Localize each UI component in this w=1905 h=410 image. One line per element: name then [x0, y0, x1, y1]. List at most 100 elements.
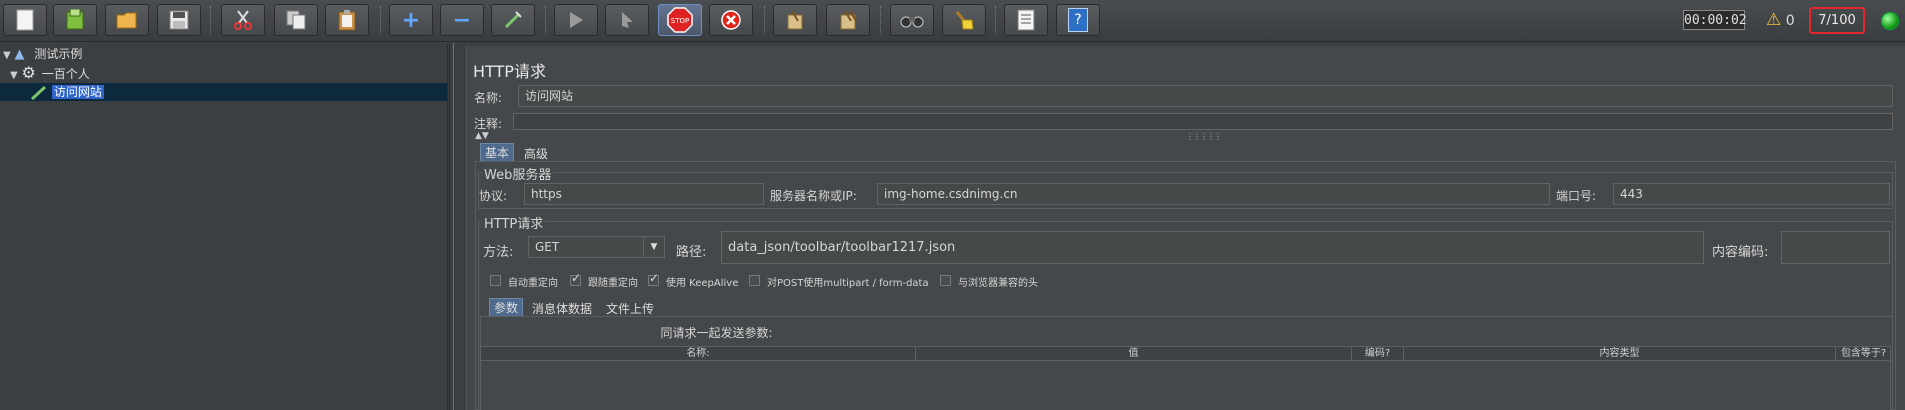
protocol-input[interactable]: https — [524, 183, 764, 205]
protocol-label: 协议: — [479, 189, 508, 203]
copy-button[interactable] — [274, 4, 318, 36]
params-table-header: 名称: 值 编码? 内容类型 包含等于? — [480, 346, 1891, 361]
split-pane-divider[interactable] — [449, 43, 458, 410]
clear-all-button[interactable] — [826, 4, 870, 36]
test-plan-icon: ▲ — [14, 47, 25, 62]
active-threads-counter: 7/100 — [1809, 7, 1865, 34]
sampler-pen-icon — [30, 85, 47, 100]
reset-search-button[interactable] — [942, 4, 986, 36]
name-label: 名称: — [474, 91, 503, 105]
function-helper-button[interactable] — [1004, 4, 1048, 36]
expand-triangle-icon[interactable]: ▼ — [10, 70, 18, 81]
toolbar-separator — [764, 6, 767, 34]
plus-icon: + — [401, 7, 421, 33]
encoding-input[interactable] — [1781, 231, 1890, 264]
collapse-arrows-icon[interactable]: ▲▼ — [475, 131, 489, 141]
templates-button[interactable] — [53, 4, 97, 36]
play-icon — [570, 12, 583, 28]
toolbar-separator — [210, 6, 213, 34]
server-label: 服务器名称或IP: — [770, 189, 857, 203]
warning-count: 0 — [1785, 13, 1795, 29]
shutdown-icon — [721, 10, 741, 30]
params-caption-text: 同请求一起发送参数: — [660, 326, 773, 340]
keepalive-label: 使用 KeepAlive — [666, 278, 739, 289]
port-input[interactable]: 443 — [1613, 183, 1890, 205]
paste-icon — [338, 10, 356, 31]
auto-redirect-checkbox[interactable] — [490, 275, 501, 286]
auto-redirect-label: 自动重定向 — [508, 278, 558, 289]
http-request-legend: HTTP请求 — [482, 213, 546, 232]
method-value: GET — [535, 240, 560, 254]
tab-basic[interactable]: 基本 — [480, 143, 515, 161]
column-header-content-type[interactable]: 内容类型 — [1404, 347, 1836, 361]
save-button[interactable] — [157, 4, 201, 36]
method-label: 方法: — [483, 245, 514, 260]
method-select[interactable]: GET ▼ — [528, 236, 665, 258]
toolbar-separator — [545, 6, 548, 34]
tree-node-label: 一百个人 — [41, 67, 90, 81]
column-header-encode[interactable]: 编码? — [1352, 347, 1404, 361]
expand-triangle-icon[interactable]: ▼ — [3, 50, 11, 61]
toolbar-separator — [995, 6, 998, 34]
cut-button[interactable] — [221, 4, 265, 36]
web-server-legend: Web服务器 — [482, 164, 554, 183]
tree-node-label: 测试示例 — [34, 47, 83, 61]
server-input[interactable]: img-home.csdnimg.cn — [877, 183, 1550, 205]
svg-text:STOP: STOP — [671, 17, 689, 25]
params-table-body[interactable] — [480, 361, 1891, 410]
tree-node-http-sampler[interactable]: 访问网站 — [30, 83, 104, 101]
keepalive-checkbox[interactable] — [648, 271, 659, 286]
test-plan-tree: ▼ ▲ 测试示例 ▼ ⚙ 一百个人 访问网站 — [0, 43, 448, 410]
start-button[interactable] — [554, 4, 598, 36]
help-icon: ? — [1068, 8, 1088, 32]
toolbar-separator — [880, 6, 883, 34]
path-label: 路径: — [676, 245, 707, 260]
warning-indicator[interactable]: ⚠ 0 — [1766, 10, 1795, 30]
search-button[interactable] — [890, 4, 934, 36]
shutdown-button[interactable] — [709, 4, 753, 36]
chevron-down-icon[interactable]: ▼ — [643, 237, 664, 257]
toolbar-separator — [380, 6, 383, 34]
stop-button[interactable]: STOP — [658, 4, 702, 36]
browser-headers-checkbox[interactable] — [940, 275, 951, 286]
follow-redirect-checkbox[interactable] — [570, 271, 581, 286]
encoding-label: 内容编码: — [1712, 245, 1769, 260]
collapse-button[interactable]: − — [440, 4, 484, 36]
play-no-timers-icon — [622, 12, 633, 28]
paste-button[interactable] — [325, 4, 369, 36]
gear-icon: ⚙ — [21, 63, 36, 82]
tree-node-test-plan[interactable]: ▼ ▲ 测试示例 — [3, 45, 82, 63]
comment-label: 注释: — [474, 117, 503, 131]
clear-all-broom-icon — [840, 10, 857, 30]
start-no-pause-button[interactable] — [605, 4, 649, 36]
toggle-button[interactable] — [491, 4, 535, 36]
cut-icon — [234, 10, 252, 30]
expand-button[interactable]: + — [389, 4, 433, 36]
open-button[interactable] — [105, 4, 149, 36]
stop-icon: STOP — [667, 7, 693, 33]
run-status-icon — [1881, 12, 1899, 30]
path-input[interactable]: data_json/toolbar/toolbar1217.json — [721, 231, 1704, 264]
minus-icon: − — [452, 7, 472, 33]
warning-icon: ⚠ — [1766, 10, 1782, 30]
resize-grip-icon[interactable]: ⋮⋮⋮⋮⋮ — [1186, 132, 1222, 141]
help-button[interactable]: ? — [1056, 4, 1100, 36]
multipart-label: 对POST使用multipart / form-data — [767, 278, 929, 289]
name-input[interactable]: 访问网站 — [518, 85, 1893, 107]
binoculars-icon — [900, 16, 924, 28]
clear-button[interactable] — [773, 4, 817, 36]
templates-icon — [66, 9, 84, 30]
column-header-name[interactable]: 名称: — [481, 347, 916, 361]
comment-input[interactable] — [513, 113, 1893, 130]
params-caption: 同请求一起发送参数: — [0, 324, 1905, 341]
tab-parameters[interactable]: 参数 — [489, 298, 524, 316]
column-header-include-equals[interactable]: 包含等于? — [1836, 347, 1891, 361]
tree-node-label: 访问网站 — [51, 85, 104, 99]
new-button[interactable] — [3, 4, 47, 36]
reset-search-icon — [955, 11, 974, 30]
column-header-value[interactable]: 值 — [916, 347, 1352, 361]
multipart-checkbox[interactable] — [749, 275, 760, 286]
tree-node-thread-group[interactable]: ▼ ⚙ 一百个人 — [10, 64, 90, 82]
clear-broom-icon — [787, 10, 803, 30]
new-document-icon — [16, 9, 34, 31]
